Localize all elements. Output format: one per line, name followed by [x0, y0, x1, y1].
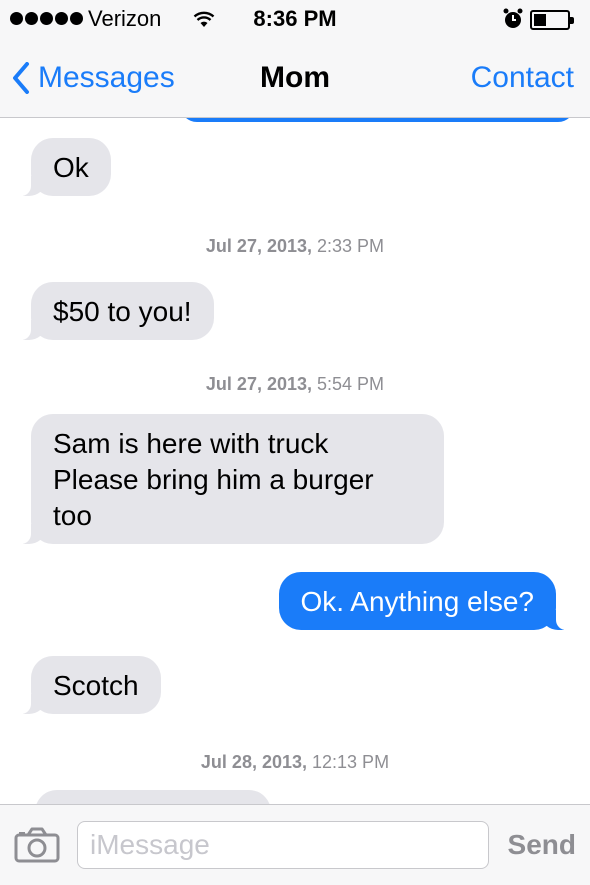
- message-text: $50 to you!: [53, 296, 192, 327]
- timestamp-date: Jul 27, 2013,: [205, 236, 312, 256]
- incoming-message-bubble-partial: [35, 790, 271, 804]
- message-text: Ok: [53, 152, 89, 183]
- timestamp-time: 2:33 PM: [317, 236, 385, 256]
- message-input-bar: Send: [0, 804, 590, 885]
- message-line: too: [53, 500, 92, 531]
- timestamp: Jul 27, 2013, 5:54 PM: [0, 374, 590, 395]
- message-line: Please bring him a burger: [53, 464, 374, 495]
- incoming-message-bubble[interactable]: Scotch: [17, 656, 161, 714]
- outgoing-message-bubble-partial: [180, 118, 575, 122]
- status-time: 8:36 PM: [253, 6, 337, 31]
- top-bar: Verizon 8:36 PM Messages Mom Contact: [0, 0, 590, 118]
- timestamp: Jul 28, 2013, 12:13 PM: [0, 752, 590, 773]
- conversation-title: Mom: [260, 61, 330, 94]
- camera-icon[interactable]: [14, 827, 60, 868]
- battery-icon: [530, 10, 574, 30]
- alarm-clock-icon: [503, 8, 523, 36]
- send-button[interactable]: Send: [508, 829, 576, 861]
- timestamp-time: 12:13 PM: [312, 752, 390, 772]
- timestamp: Jul 27, 2013, 2:33 PM: [0, 236, 590, 257]
- message-text: Ok. Anything else?: [300, 586, 534, 617]
- outgoing-message-bubble[interactable]: Ok. Anything else?: [278, 572, 571, 630]
- message-line: Sam is here with truck: [53, 428, 329, 459]
- incoming-message-bubble[interactable]: Ok: [17, 138, 111, 196]
- incoming-message-bubble[interactable]: $50 to you!: [17, 282, 214, 340]
- incoming-message-bubble[interactable]: Sam is here with truck Please bring him …: [17, 414, 444, 544]
- message-text: Scotch: [53, 670, 139, 701]
- contact-button[interactable]: Contact: [471, 58, 574, 98]
- message-list[interactable]: Ok Jul 27, 2013, 2:33 PM $50 to you! Jul…: [0, 118, 590, 804]
- timestamp-time: 5:54 PM: [317, 374, 385, 394]
- message-input[interactable]: [77, 821, 489, 869]
- timestamp-date: Jul 28, 2013,: [200, 752, 307, 772]
- timestamp-date: Jul 27, 2013,: [205, 374, 312, 394]
- status-bar: Verizon 8:36 PM: [0, 0, 590, 40]
